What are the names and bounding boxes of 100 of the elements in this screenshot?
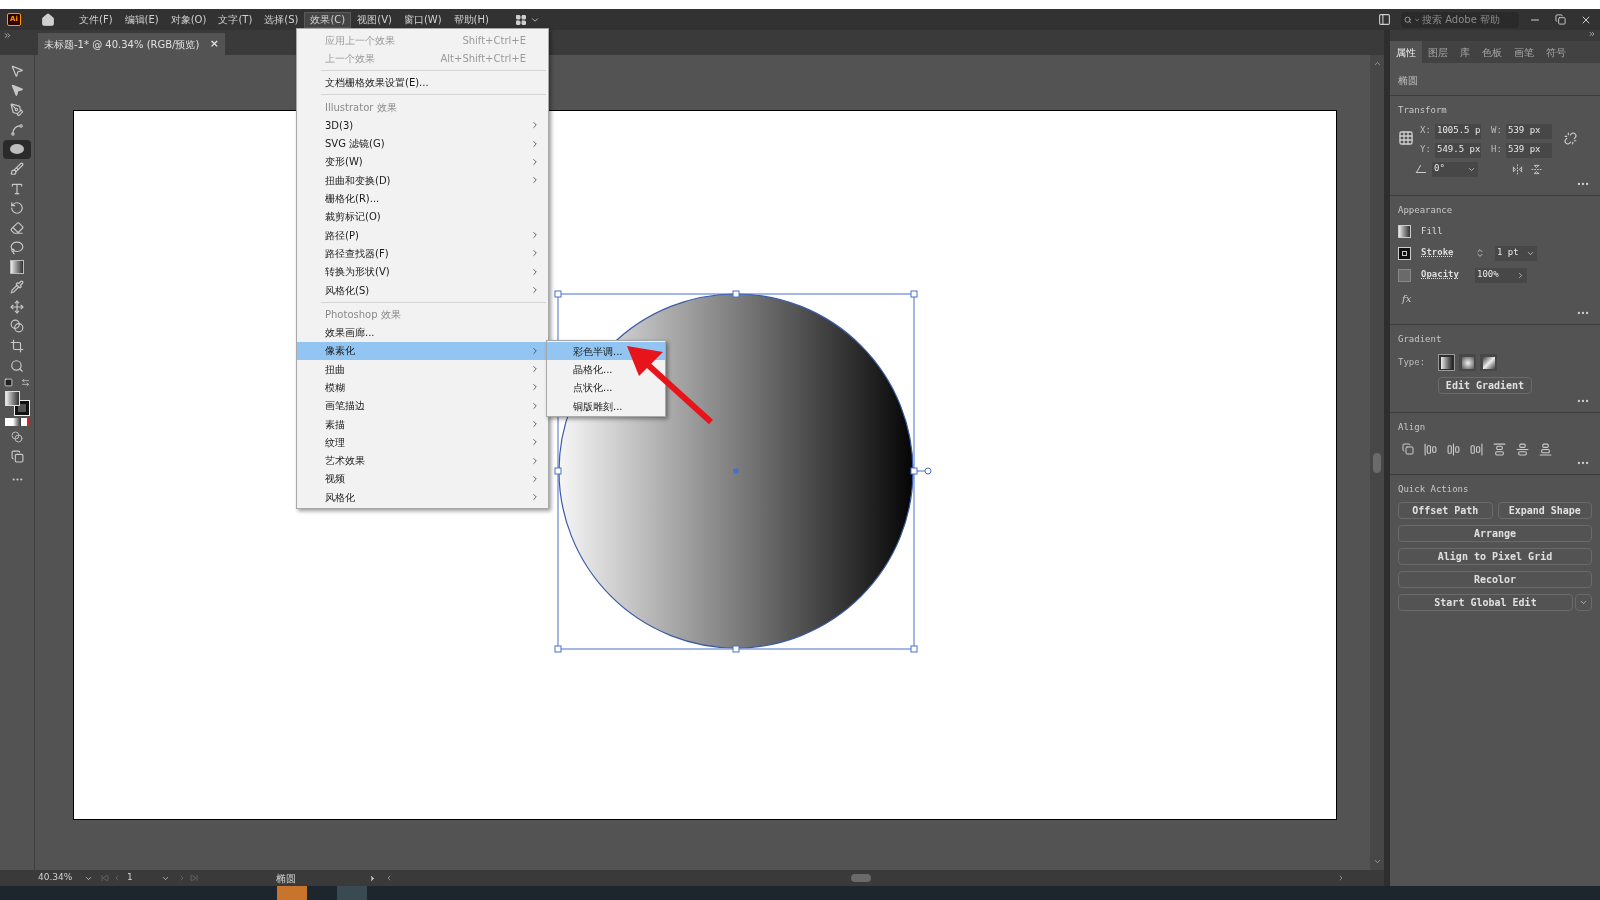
menu-item[interactable]: 效果画廊...	[297, 323, 548, 342]
menu-item[interactable]: 风格化	[297, 488, 548, 507]
value-field[interactable]: 1005.5 p	[1435, 123, 1481, 139]
menu-item[interactable]: 变形(W)	[297, 152, 548, 172]
menu-bar-item[interactable]: 选择(S)	[258, 11, 305, 28]
link-proportions-icon[interactable]	[1564, 131, 1577, 145]
quick-action-button[interactable]: Start Global Edit	[1398, 594, 1573, 611]
menu-bar-item[interactable]: 文字(T)	[212, 11, 259, 28]
value-field[interactable]: 539 px	[1506, 142, 1552, 158]
stepper-icon[interactable]	[1475, 248, 1485, 258]
menu-item[interactable]: SVG 滤镜(G)	[297, 134, 548, 153]
panel-tab[interactable]: 色板	[1476, 41, 1508, 63]
menu-bar-item[interactable]: 窗口(W)	[397, 11, 448, 28]
menu-item[interactable]: 像素化	[297, 341, 548, 361]
menu-item[interactable]: 艺术效果	[297, 451, 548, 470]
opacity-link[interactable]: Opacity	[1421, 268, 1465, 282]
document-tab[interactable]: 未标题-1* @ 40.34% (RGB/预览) ×	[38, 33, 225, 55]
menu-item[interactable]: 模糊	[297, 378, 548, 397]
edit-gradient-button[interactable]: Edit Gradient	[1438, 377, 1532, 394]
menu-item[interactable]: 3D(3)	[297, 116, 548, 135]
vertical-scrollbar[interactable]	[1370, 55, 1384, 870]
workspace-layout-icon[interactable]	[514, 13, 527, 26]
fill-stroke-swatches[interactable]	[5, 390, 29, 415]
artboard-number-field[interactable]: 1	[127, 871, 161, 885]
menu-item[interactable]: 扭曲	[297, 360, 548, 379]
tool-button[interactable]	[3, 139, 31, 159]
quick-action-button[interactable]: Expand Shape	[1497, 502, 1592, 519]
screen-mode-icon[interactable]	[10, 449, 24, 463]
menu-bar-item[interactable]: 编辑(E)	[118, 11, 165, 28]
quick-action-button[interactable]: Offset Path	[1398, 502, 1493, 519]
scrollbar-thumb[interactable]	[851, 874, 871, 882]
menu-item[interactable]: 画笔描边	[297, 396, 548, 415]
gradient-type-button[interactable]	[1438, 354, 1455, 371]
zoom-level-field[interactable]: 40.34%	[38, 871, 84, 885]
default-colors-icon[interactable]	[4, 378, 13, 387]
color-mode-icon[interactable]	[5, 418, 29, 427]
menu-item[interactable]: 路径(P)	[297, 225, 548, 245]
panel-tab[interactable]: 库	[1454, 41, 1476, 63]
scroll-down-icon[interactable]	[1372, 857, 1382, 866]
panel-tab[interactable]: 属性	[1390, 41, 1422, 63]
gradient-type-button[interactable]	[1459, 354, 1476, 371]
expand-icon[interactable]	[3, 31, 12, 40]
tab-close-button[interactable]: ×	[209, 35, 219, 53]
opacity-swatch[interactable]	[1398, 268, 1411, 282]
quick-action-button[interactable]: Arrange	[1398, 525, 1592, 542]
scroll-left-icon[interactable]	[385, 874, 393, 882]
scroll-right-icon[interactable]	[1337, 874, 1345, 882]
align-top-icon[interactable]	[1493, 442, 1506, 456]
home-icon[interactable]	[41, 12, 55, 27]
menu-item[interactable]: 路径查找器(F)	[297, 244, 548, 263]
collapse-icon[interactable]	[1588, 30, 1596, 38]
submenu-item[interactable]: 晶格化...	[547, 360, 665, 379]
panel-toggle-icon[interactable]	[1378, 13, 1391, 26]
submenu-item[interactable]: 点状化...	[547, 378, 665, 397]
scrollbar-thumb[interactable]	[1373, 452, 1381, 473]
align-to-icon[interactable]	[1402, 443, 1414, 455]
status-menu-arrow-icon[interactable]	[368, 873, 377, 883]
flip-vertical-icon[interactable]	[1531, 163, 1542, 175]
menu-bar-item[interactable]: 对象(O)	[164, 11, 213, 28]
search-field[interactable]: 搜索 Adobe 帮助	[1401, 11, 1519, 28]
value-field[interactable]: 539 px	[1506, 123, 1552, 139]
menu-item[interactable]: 风格化(S)	[297, 280, 548, 300]
opacity-field[interactable]: 100%	[1475, 267, 1527, 283]
stroke-swatch[interactable]	[1398, 246, 1411, 260]
menu-item[interactable]: 素描	[297, 414, 548, 434]
menu-item[interactable]: 转换为形状(V)	[297, 262, 548, 281]
stroke-link[interactable]: Stroke	[1421, 246, 1465, 260]
menu-bar-item[interactable]: 效果(C)	[304, 11, 352, 28]
submenu-item[interactable]: 铜版雕刻...	[547, 396, 665, 416]
align-right-icon[interactable]	[1470, 442, 1483, 456]
scroll-up-icon[interactable]	[1372, 59, 1382, 68]
draw-mode-icon[interactable]	[11, 431, 23, 444]
menu-bar-item[interactable]: 帮助(H)	[447, 11, 495, 28]
quick-action-button[interactable]: Align to Pixel Grid	[1398, 548, 1592, 565]
menu-bar-item[interactable]: 文件(F)	[73, 11, 119, 28]
value-field[interactable]: 549.5 px	[1435, 142, 1481, 158]
restore-icon[interactable]	[1555, 13, 1566, 25]
menu-item[interactable]: 纹理	[297, 433, 548, 452]
effects-button[interactable]: fx	[1402, 290, 1592, 306]
align-horizontal-center-icon[interactable]	[1447, 442, 1460, 456]
flip-horizontal-icon[interactable]	[1512, 163, 1523, 175]
panel-tab[interactable]: 符号	[1540, 41, 1572, 63]
swap-colors-icon[interactable]	[21, 378, 30, 387]
quick-action-button[interactable]: Recolor	[1398, 571, 1592, 588]
align-vertical-center-icon[interactable]	[1516, 442, 1529, 456]
panel-tab[interactable]: 画笔	[1508, 41, 1540, 63]
menu-item[interactable]: 裁剪标记(O)	[297, 207, 548, 226]
panel-tab[interactable]: 图层	[1422, 41, 1454, 63]
menu-item[interactable]: 栅格化(R)...	[297, 189, 548, 208]
align-bottom-icon[interactable]	[1539, 442, 1552, 456]
menu-item[interactable]: 视频	[297, 469, 548, 489]
fill-swatch[interactable]	[1398, 225, 1411, 239]
menu-item[interactable]: 文档栅格效果设置(E)...	[297, 73, 548, 92]
align-left-icon[interactable]	[1424, 442, 1437, 456]
angle-field[interactable]: 0°	[1432, 161, 1478, 177]
menu-item[interactable]: 扭曲和变换(D)	[297, 171, 548, 190]
menu-bar-item[interactable]: 视图(V)	[351, 11, 398, 28]
reference-point-icon[interactable]	[1398, 129, 1414, 146]
gradient-type-button[interactable]	[1480, 354, 1497, 371]
stroke-weight-field[interactable]: 1 pt	[1495, 245, 1537, 261]
